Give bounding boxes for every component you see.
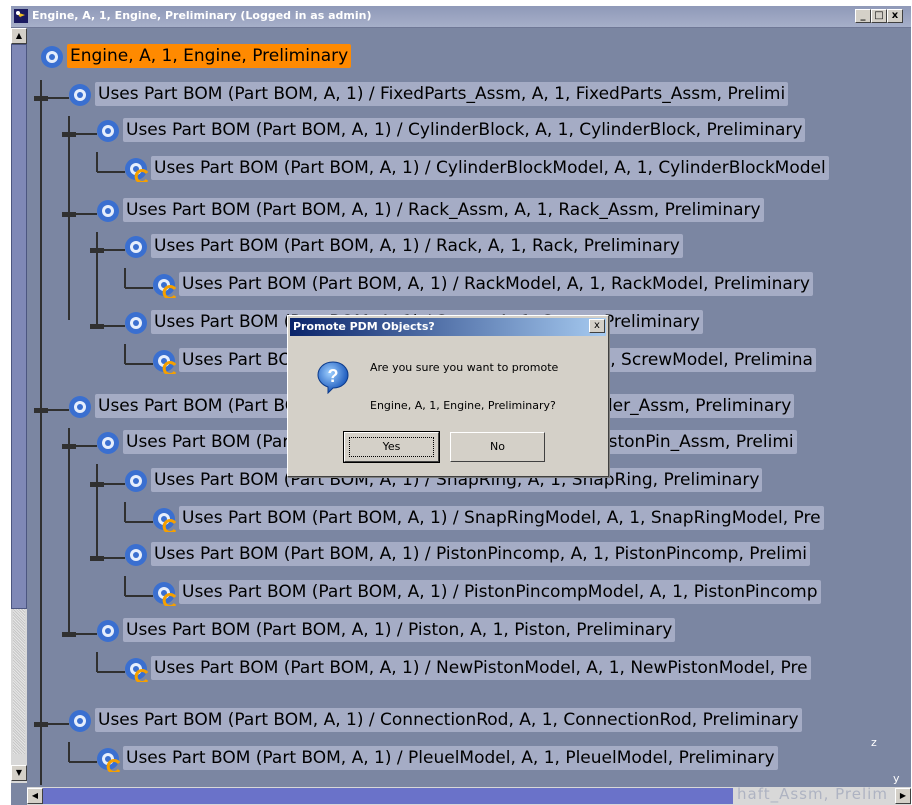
dialog-message-line1: Are you sure you want to promote xyxy=(370,361,559,374)
product-gear-icon xyxy=(97,120,119,142)
tree-node-label[interactable]: Uses Part BOM (Part BOM, A, 1) / SnapRin… xyxy=(179,506,824,530)
promote-dialog: Promote PDM Objects? x ? Are you sure yo… xyxy=(287,315,609,477)
tree-node-label[interactable]: Uses Part BOM (Part BOM, A, 1) / PistonP… xyxy=(151,542,811,566)
vertical-scrollbar[interactable]: ▲ ▼ xyxy=(11,28,27,783)
tree-node-label[interactable]: Uses Part BOM (Part BOM, A, 1) / RackMod… xyxy=(179,272,813,296)
scroll-right-arrow-icon[interactable]: ▶ xyxy=(895,788,911,804)
part-model-icon xyxy=(153,508,177,532)
dialog-message-line2: Engine, A, 1, Engine, Preliminary? xyxy=(370,399,556,412)
product-gear-icon xyxy=(97,432,119,454)
window-title: Engine, A, 1, Engine, Preliminary (Logge… xyxy=(32,9,372,22)
tree-node-label[interactable]: Uses Part BOM (Part BOM, A, 1) / Rack_As… xyxy=(123,198,764,222)
tree-node-label[interactable]: Uses Part BOM (Part BOM, A, 1) / NewPist… xyxy=(151,656,811,680)
product-gear-icon xyxy=(69,710,91,732)
part-model-icon xyxy=(153,582,177,606)
part-model-icon xyxy=(125,158,149,182)
axis-z-label: z xyxy=(871,736,877,749)
scroll-up-arrow-icon[interactable]: ▲ xyxy=(11,28,27,44)
yes-button[interactable]: Yes xyxy=(343,431,440,463)
part-model-icon xyxy=(153,350,177,374)
close-button[interactable]: x xyxy=(887,9,903,23)
title-bar[interactable]: Engine, A, 1, Engine, Preliminary (Logge… xyxy=(11,6,911,28)
app-icon xyxy=(14,9,28,23)
part-model-icon xyxy=(97,748,121,772)
minimize-button[interactable]: _ xyxy=(855,9,871,23)
tree-node-label[interactable]: Uses Part BOM (Part BOM, A, 1) / Cylinde… xyxy=(151,156,829,180)
dialog-title[interactable]: Promote PDM Objects? xyxy=(290,318,606,336)
tree-node-label[interactable]: Uses Part BOM (Part BOM, A, 1) / Connect… xyxy=(95,708,802,732)
part-model-icon xyxy=(153,274,177,298)
question-icon: ? xyxy=(317,361,349,394)
tree-root-label[interactable]: Engine, A, 1, Engine, Preliminary xyxy=(67,44,352,68)
dialog-close-button[interactable]: x xyxy=(589,319,605,333)
product-gear-icon xyxy=(125,544,147,566)
tree-node-label[interactable]: Uses Part BOM (Part BOM, A, 1) / Piston,… xyxy=(123,618,676,642)
scroll-left-arrow-icon[interactable]: ◀ xyxy=(27,788,43,804)
product-gear-icon xyxy=(125,470,147,492)
product-gear-icon xyxy=(69,84,91,106)
part-model-icon xyxy=(125,658,149,682)
product-gear-icon xyxy=(125,236,147,258)
occluded-tree-text: haft_Assm, Prelim xyxy=(737,785,888,803)
no-button[interactable]: No xyxy=(450,432,545,462)
product-gear-icon xyxy=(97,200,119,222)
tree-node-label[interactable]: Uses Part BOM (Part BOM, A, 1) / Cylinde… xyxy=(123,118,806,142)
product-gear-icon xyxy=(125,312,147,334)
product-gear-icon xyxy=(41,46,63,68)
horizontal-scrollbar[interactable]: ◀ haft_Assm, Prelim ▶ xyxy=(27,785,911,805)
axis-y-label: y xyxy=(893,772,900,785)
product-gear-icon xyxy=(97,620,119,642)
svg-text:?: ? xyxy=(328,366,339,386)
scroll-thumb[interactable] xyxy=(11,44,27,609)
tree-node-label[interactable]: Uses Part BOM (Part BOM, A, 1) / FixedPa… xyxy=(95,82,789,106)
tree-node-label[interactable]: Uses Part BOM (Part BOM, A, 1) / PleuelM… xyxy=(123,746,778,770)
maximize-button[interactable]: □ xyxy=(871,9,887,23)
tree-node-label[interactable]: Uses Part BOM (Part BOM, A, 1) / Rack, A… xyxy=(151,234,683,258)
horizontal-scroll-thumb[interactable] xyxy=(43,788,733,804)
product-gear-icon xyxy=(69,396,91,418)
scroll-down-arrow-icon[interactable]: ▼ xyxy=(11,765,27,781)
tree-node-label[interactable]: Uses Part BOM (Part BOM, A, 1) / PistonP… xyxy=(179,580,821,604)
